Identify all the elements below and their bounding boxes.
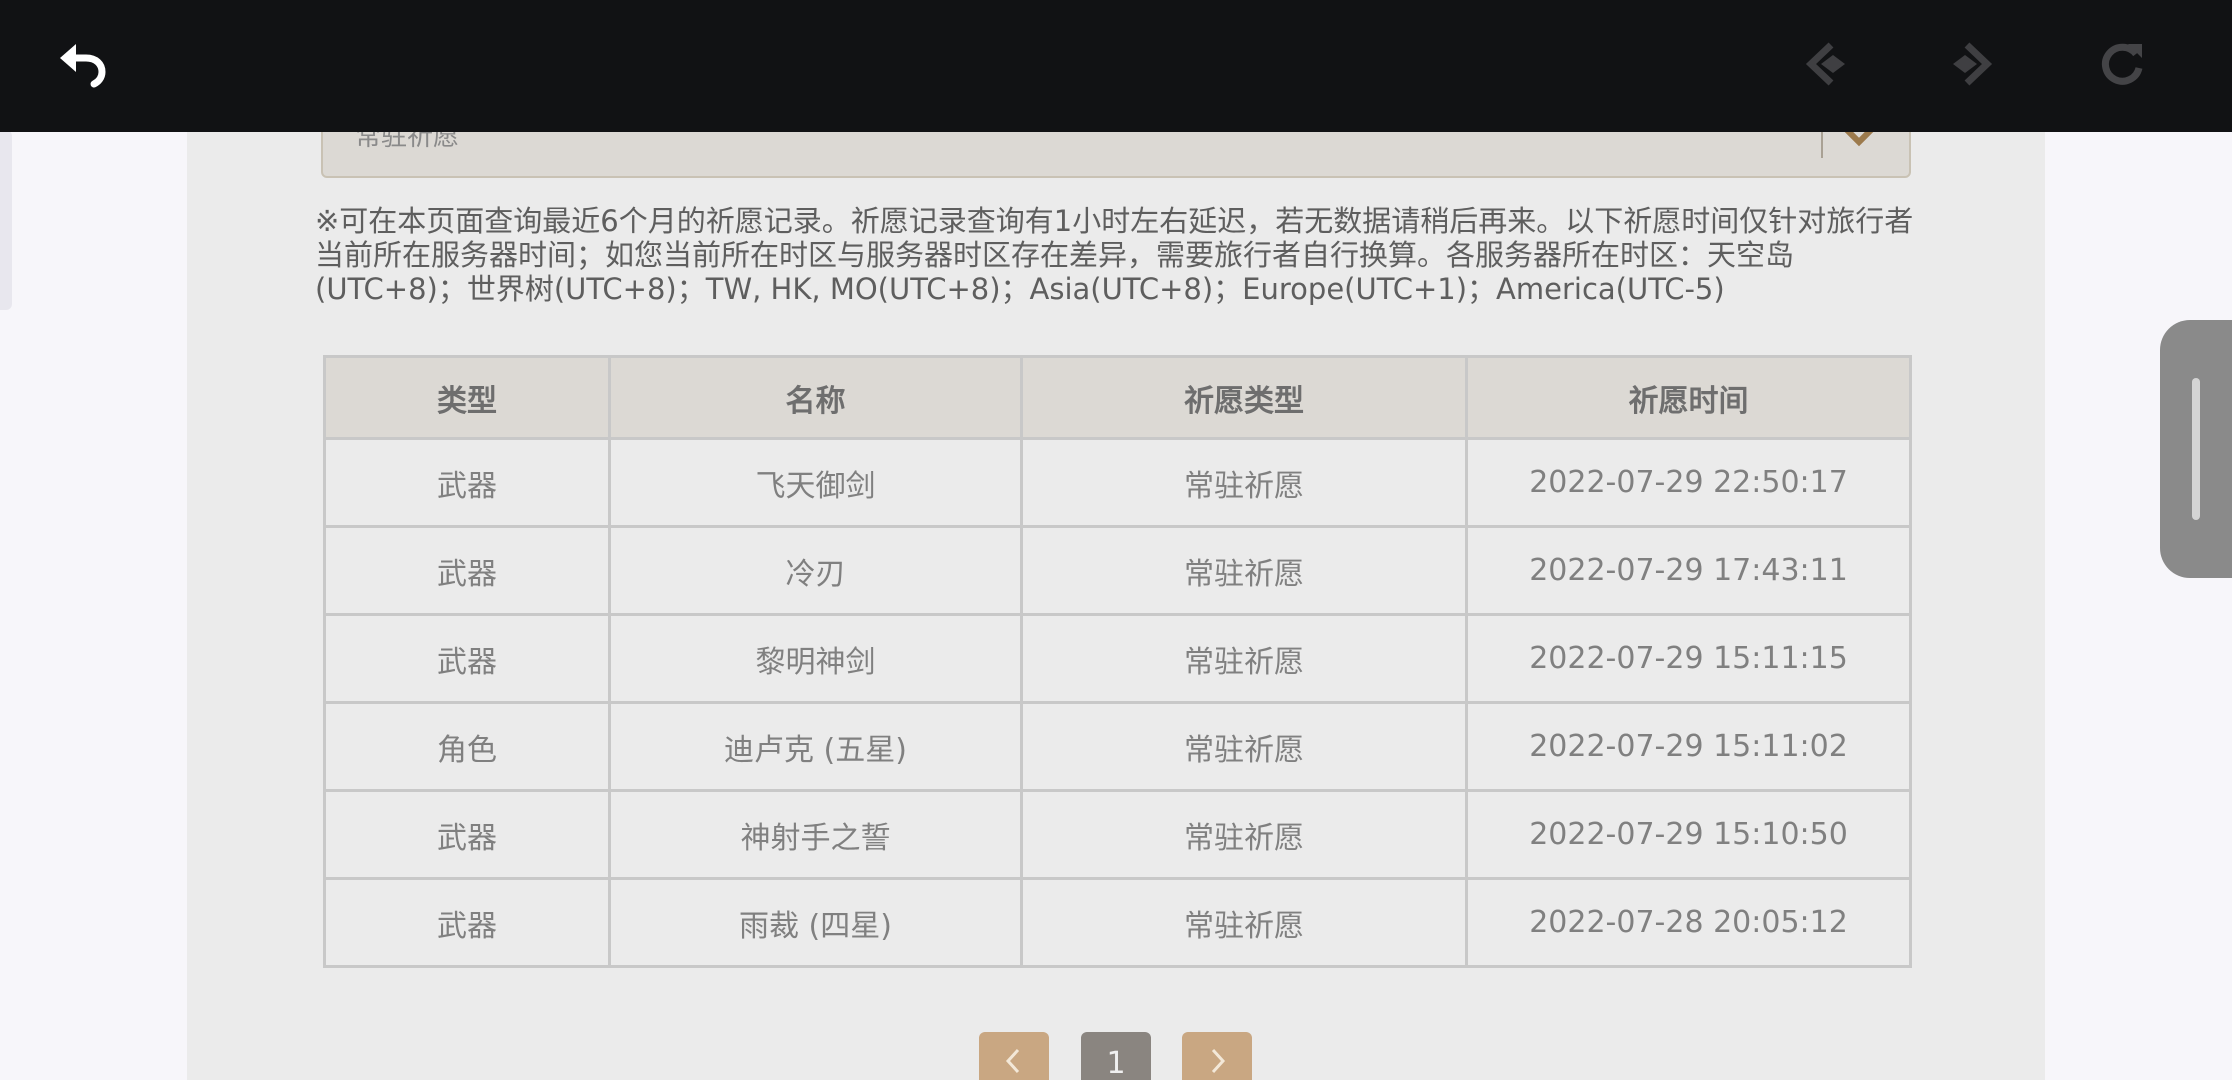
table-row: 武器 冷刃 常驻祈愿 2022-07-29 17:43:11 — [323, 525, 1912, 616]
wish-history-table: 类型 名称 祈愿类型 祈愿时间 武器 飞天御剑 常驻祈愿 2022-07-29 … — [323, 355, 1912, 968]
content-panel: 常驻祈愿 ※可在本页面查询最近6个月的祈愿记录。祈愿记录查询有1小时左右延迟，若… — [187, 0, 2045, 1080]
pagination-prev-button[interactable] — [979, 1032, 1049, 1080]
cell-name: 冷刃 — [608, 525, 1023, 616]
cell-time: 2022-07-29 15:11:15 — [1465, 613, 1912, 704]
cell-time: 2022-07-29 17:43:11 — [1465, 525, 1912, 616]
prev-page-icon — [1801, 39, 1851, 93]
cell-wish-type: 常驻祈愿 — [1020, 877, 1468, 968]
back-icon — [54, 36, 110, 96]
side-handle-grip — [2192, 378, 2200, 520]
back-button[interactable] — [52, 36, 112, 96]
cell-wish-type: 常驻祈愿 — [1020, 789, 1468, 880]
floating-side-handle[interactable] — [2160, 320, 2232, 578]
left-scroll-indicator[interactable] — [0, 130, 12, 310]
table-row: 武器 黎明神剑 常驻祈愿 2022-07-29 15:11:15 — [323, 613, 1912, 704]
reload-button[interactable] — [2092, 36, 2152, 96]
header-wish-time: 祈愿时间 — [1465, 355, 1912, 440]
table-row: 武器 雨裁 (四星) 常驻祈愿 2022-07-28 20:05:12 — [323, 877, 1912, 968]
browser-page: 常驻祈愿 ※可在本页面查询最近6个月的祈愿记录。祈愿记录查询有1小时左右延迟，若… — [0, 0, 2232, 1080]
cell-name: 飞天御剑 — [608, 437, 1023, 528]
prev-page-button[interactable] — [1796, 36, 1856, 96]
chevron-right-icon — [1205, 1046, 1229, 1080]
cell-type: 武器 — [323, 525, 611, 616]
next-page-button[interactable] — [1942, 36, 2002, 96]
cell-name-four-star: 雨裁 (四星) — [608, 877, 1023, 968]
cell-wish-type: 常驻祈愿 — [1020, 613, 1468, 704]
top-toolbar — [0, 0, 2232, 132]
cell-time: 2022-07-29 22:50:17 — [1465, 437, 1912, 528]
pagination-next-button[interactable] — [1182, 1032, 1252, 1080]
cell-name-five-star: 迪卢克 (五星) — [608, 701, 1023, 792]
table-header-row: 类型 名称 祈愿类型 祈愿时间 — [323, 355, 1912, 440]
cell-name: 神射手之誓 — [608, 789, 1023, 880]
header-name: 名称 — [608, 355, 1023, 440]
header-type: 类型 — [323, 355, 611, 440]
header-wish-type: 祈愿类型 — [1020, 355, 1468, 440]
cell-wish-type: 常驻祈愿 — [1020, 701, 1468, 792]
cell-type: 角色 — [323, 701, 611, 792]
chevron-left-icon — [1002, 1046, 1026, 1080]
cell-time: 2022-07-28 20:05:12 — [1465, 877, 1912, 968]
cell-name: 黎明神剑 — [608, 613, 1023, 704]
notice-text: ※可在本页面查询最近6个月的祈愿记录。祈愿记录查询有1小时左右延迟，若无数据请稍… — [315, 204, 1914, 306]
table-row: 武器 飞天御剑 常驻祈愿 2022-07-29 22:50:17 — [323, 437, 1912, 528]
cell-time: 2022-07-29 15:10:50 — [1465, 789, 1912, 880]
table-row: 武器 神射手之誓 常驻祈愿 2022-07-29 15:10:50 — [323, 789, 1912, 880]
cell-wish-type: 常驻祈愿 — [1020, 437, 1468, 528]
cell-type: 武器 — [323, 437, 611, 528]
cell-wish-type: 常驻祈愿 — [1020, 525, 1468, 616]
table-row: 角色 迪卢克 (五星) 常驻祈愿 2022-07-29 15:11:02 — [323, 701, 1912, 792]
next-page-icon — [1947, 39, 1997, 93]
cell-type: 武器 — [323, 613, 611, 704]
cell-time: 2022-07-29 15:11:02 — [1465, 701, 1912, 792]
cell-type: 武器 — [323, 877, 611, 968]
cell-type: 武器 — [323, 789, 611, 880]
pagination-current-page[interactable]: 1 — [1081, 1032, 1151, 1080]
reload-icon — [2096, 38, 2148, 94]
